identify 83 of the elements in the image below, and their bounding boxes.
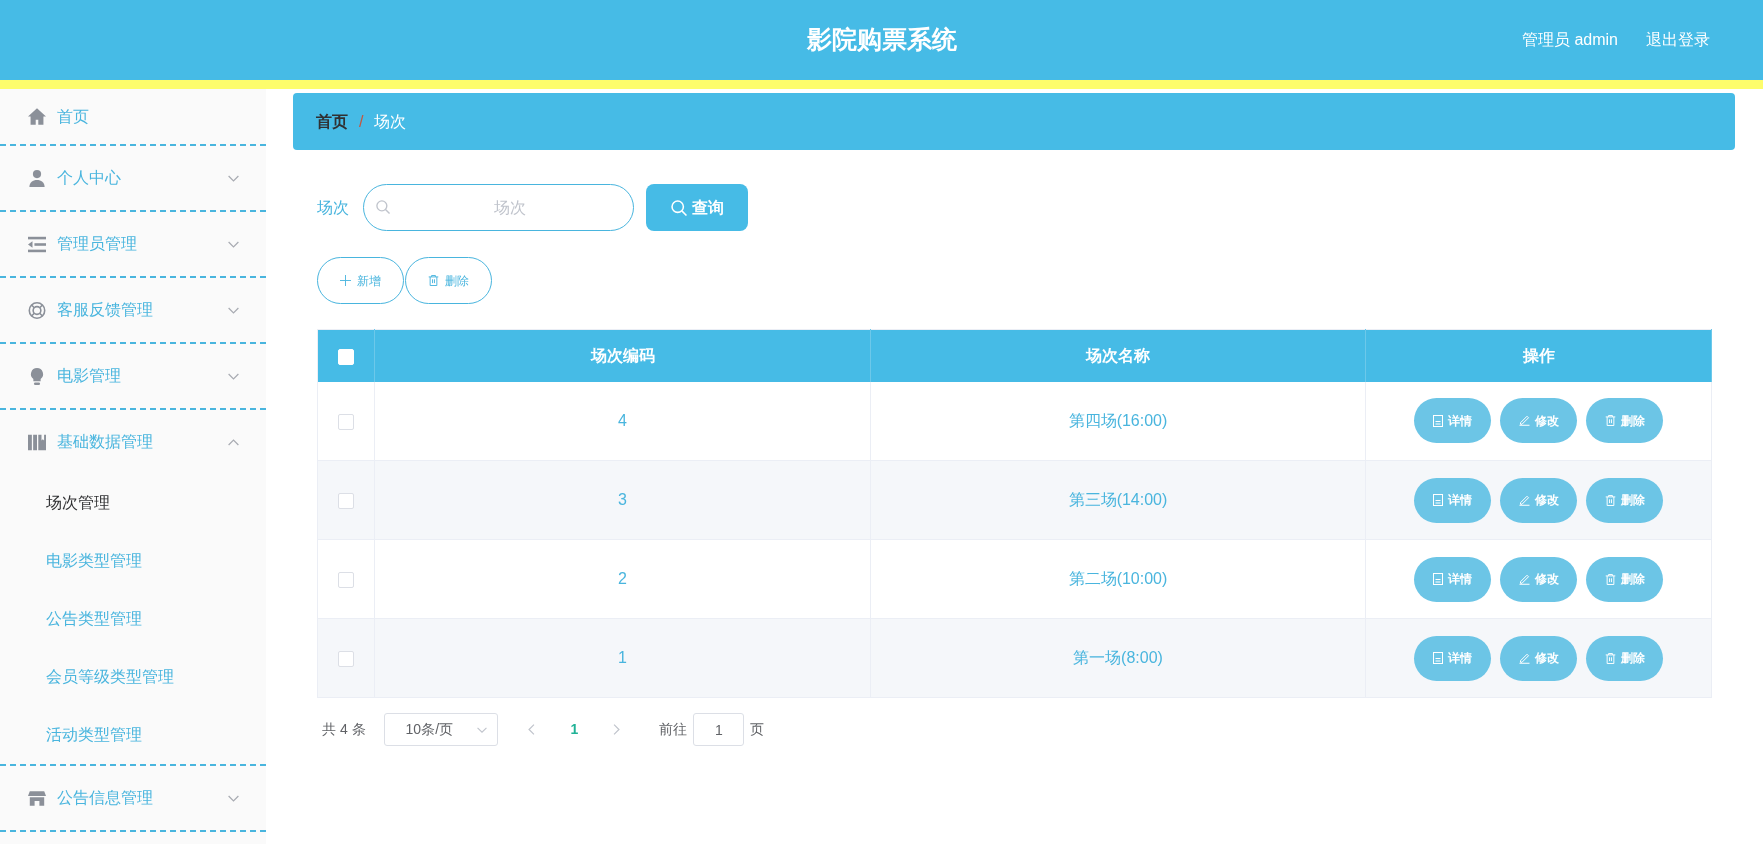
document-icon [1433, 414, 1443, 427]
page-size-select[interactable]: 10条/页 [383, 713, 498, 746]
row-checkbox[interactable] [338, 492, 354, 509]
add-button[interactable]: 新增 [317, 257, 404, 304]
page-suffix: 页 [750, 720, 765, 739]
menu-item[interactable]: 基础数据管理 [0, 410, 266, 474]
document-icon [1433, 652, 1443, 664]
edit-button[interactable]: 修改 [1500, 635, 1577, 681]
menu-item[interactable]: 首页 [0, 89, 266, 144]
table-cell: 第二场(10:00) [870, 539, 1366, 619]
pencil-icon [1518, 652, 1530, 664]
delete-button[interactable]: 删除 [405, 257, 492, 304]
breadcrumb-separator: / [359, 111, 364, 132]
store-icon [28, 789, 46, 807]
chevron-right-icon[interactable] [613, 724, 621, 735]
menu-item[interactable]: 管理员管理 [0, 212, 266, 276]
submenu-item[interactable]: 公告类型管理 [0, 590, 266, 648]
user-icon [28, 169, 46, 187]
row-checkbox[interactable] [338, 413, 354, 430]
submenu-item[interactable]: 场次管理 [0, 474, 266, 532]
details-button[interactable]: 详情 [1414, 556, 1491, 602]
delete-button[interactable]: 删除 [1586, 556, 1663, 602]
select-all-checkbox[interactable] [338, 348, 354, 365]
trash-icon [1604, 652, 1616, 664]
menu-item[interactable]: 个人中心 [0, 146, 266, 210]
delete-button[interactable]: 删除 [1586, 635, 1663, 681]
page-input[interactable]: 1 [693, 713, 745, 746]
pencil-icon [1518, 573, 1530, 585]
search-field[interactable]: 场次 [363, 184, 634, 231]
submenu-item[interactable]: 活动类型管理 [0, 706, 266, 764]
chevron-down-icon [476, 726, 487, 733]
search-button[interactable]: 查询 [646, 184, 748, 231]
trash-icon [1604, 573, 1616, 585]
table-cell: 第四场(16:00) [870, 381, 1366, 461]
edit-button[interactable]: 修改 [1500, 477, 1577, 523]
plus-icon [340, 275, 351, 286]
pencil-icon [1518, 494, 1530, 506]
page-number[interactable]: 1 [570, 719, 579, 740]
column-header: 场次编码 [374, 329, 871, 382]
details-button[interactable]: 详情 [1414, 398, 1491, 444]
table-cell: 1 [374, 618, 871, 698]
menu-item[interactable]: 公告信息管理 [0, 766, 266, 830]
details-button[interactable]: 详情 [1414, 477, 1491, 523]
pencil-icon [1518, 415, 1530, 427]
search-icon [670, 199, 687, 216]
row-checkbox[interactable] [338, 650, 354, 667]
lifebuoy-icon [28, 301, 46, 319]
search-icon [376, 200, 390, 214]
submenu-item[interactable]: 会员等级类型管理 [0, 648, 266, 706]
logout-link[interactable]: 退出登录 [1646, 28, 1710, 52]
chevron-left-icon[interactable] [527, 724, 535, 735]
lightbulb-icon [28, 367, 46, 385]
edit-button[interactable]: 修改 [1500, 556, 1577, 602]
home-icon [28, 108, 46, 125]
column-header: 场次名称 [870, 329, 1366, 382]
table-cell: 2 [374, 539, 871, 619]
table-cell: 第三场(14:00) [870, 460, 1366, 540]
document-icon [1433, 494, 1443, 506]
breadcrumb-current: 场次 [374, 111, 407, 132]
row-checkbox[interactable] [338, 571, 354, 588]
search-label: 场次 [317, 197, 350, 218]
goto-label: 前往 [659, 720, 688, 739]
delete-button[interactable]: 删除 [1586, 398, 1663, 444]
table-cell: 3 [374, 460, 871, 540]
menu-item[interactable]: 客服反馈管理 [0, 278, 266, 342]
delete-button[interactable]: 删除 [1586, 477, 1663, 523]
table-cell: 4 [374, 381, 871, 461]
app-title: 影院购票系统 [806, 24, 957, 56]
trash-icon [1604, 494, 1616, 506]
details-button[interactable]: 详情 [1414, 635, 1491, 681]
table-cell: 第一场(8:00) [870, 618, 1366, 698]
breadcrumb-link[interactable]: 首页 [316, 109, 348, 134]
trash-icon [428, 275, 439, 286]
user-label: 管理员 admin [1521, 30, 1618, 50]
edit-button[interactable]: 修改 [1500, 398, 1577, 444]
menu-item[interactable]: 电影管理 [0, 344, 266, 408]
column-header: 操作 [1365, 329, 1712, 382]
document-icon [1433, 573, 1443, 585]
list-icon [28, 235, 46, 253]
total-count: 共 4 条 [322, 720, 366, 739]
book-icon [28, 433, 46, 451]
submenu-item[interactable]: 电影类型管理 [0, 532, 266, 590]
trash-icon [1604, 415, 1616, 427]
